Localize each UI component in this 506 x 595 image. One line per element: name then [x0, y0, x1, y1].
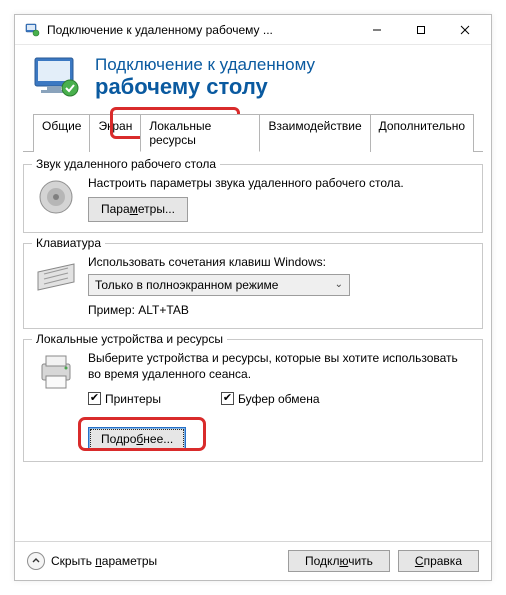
- local-devices-text: Выберите устройства и ресурсы, которые в…: [88, 350, 472, 382]
- minimize-button[interactable]: [355, 16, 399, 44]
- speaker-icon: [34, 175, 78, 219]
- titlebar: Подключение к удаленному рабочему ...: [15, 15, 491, 45]
- help-button[interactable]: Справка: [398, 550, 479, 572]
- checkbox-printers[interactable]: ✔ Принтеры: [88, 391, 161, 407]
- tab-advanced[interactable]: Дополнительно: [370, 114, 474, 152]
- connect-button[interactable]: Подключить: [288, 550, 390, 572]
- group-remote-audio-title: Звук удаленного рабочего стола: [32, 157, 220, 171]
- keyboard-combo-select[interactable]: Только в полноэкранном режиме ⌄: [88, 274, 350, 296]
- group-local-devices: Локальные устройства и ресурсы Выберите …: [23, 339, 483, 462]
- bottom-bar: Скрыть параметры Подключить Справка: [15, 541, 491, 580]
- tab-local-resources[interactable]: Локальные ресурсы: [140, 114, 260, 152]
- more-button[interactable]: Подробнее...: [88, 427, 186, 451]
- group-keyboard: Клавиатура Использовать сочетания клавиш…: [23, 243, 483, 330]
- tab-general[interactable]: Общие: [33, 114, 90, 152]
- keyboard-example: Пример: ALT+TAB: [88, 302, 472, 318]
- maximize-button[interactable]: [399, 16, 443, 44]
- tab-experience[interactable]: Взаимодействие: [259, 114, 370, 152]
- rdp-logo-icon: [31, 56, 83, 98]
- app-icon: [25, 22, 41, 38]
- chevron-down-icon: ⌄: [335, 278, 343, 292]
- hide-options-link[interactable]: Скрыть параметры: [51, 554, 157, 568]
- tab-display[interactable]: Экран: [89, 114, 141, 152]
- group-local-devices-title: Локальные устройства и ресурсы: [32, 332, 227, 346]
- tab-content: Звук удаленного рабочего стола Настроить…: [15, 152, 491, 541]
- collapse-options-button[interactable]: [27, 552, 45, 570]
- printer-icon: [34, 350, 78, 394]
- audio-settings-button[interactable]: Параметры...: [88, 197, 188, 221]
- header-title: рабочему столу: [95, 75, 315, 99]
- checkmark-icon: ✔: [88, 392, 101, 405]
- group-remote-audio: Звук удаленного рабочего стола Настроить…: [23, 164, 483, 232]
- checkbox-clipboard[interactable]: ✔ Буфер обмена: [221, 391, 320, 407]
- remote-audio-text: Настроить параметры звука удаленного раб…: [88, 175, 472, 191]
- dialog-header: Подключение к удаленному рабочему столу: [15, 45, 491, 113]
- header-subtitle: Подключение к удаленному: [95, 55, 315, 75]
- checkmark-icon: ✔: [221, 392, 234, 405]
- keyboard-combo-value: Только в полноэкранном режиме: [95, 277, 278, 293]
- tab-row: Общие Экран Локальные ресурсы Взаимодейс…: [23, 113, 483, 152]
- keyboard-icon: [34, 254, 78, 298]
- rdp-window: Подключение к удаленному рабочему ...: [14, 14, 492, 581]
- close-button[interactable]: [443, 16, 487, 44]
- group-keyboard-title: Клавиатура: [32, 236, 105, 250]
- keyboard-text: Использовать сочетания клавиш Windows:: [88, 254, 472, 270]
- window-title: Подключение к удаленному рабочему ...: [47, 23, 355, 37]
